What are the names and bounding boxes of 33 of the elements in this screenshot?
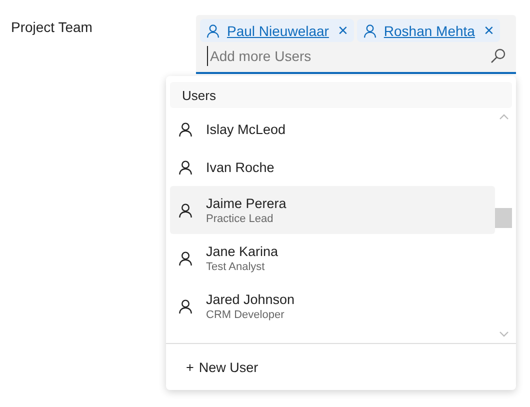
user-name: Islay McLeod bbox=[206, 122, 286, 136]
user-lookup-field[interactable]: Paul Nieuwelaar × Roshan Mehta × Add more Users bbox=[196, 15, 516, 74]
scrollbar-thumb[interactable] bbox=[495, 208, 512, 228]
user-option[interactable]: Jane Karina Test Analyst bbox=[170, 234, 495, 282]
user-option[interactable]: Jaime Perera Practice Lead bbox=[170, 186, 495, 234]
user-link[interactable]: Roshan Mehta bbox=[384, 22, 475, 38]
person-icon bbox=[362, 24, 377, 38]
user-role: Test Analyst bbox=[206, 260, 266, 272]
user-option[interactable]: Islay McLeod bbox=[170, 110, 495, 148]
person-icon bbox=[178, 160, 193, 174]
scroll-up-icon[interactable] bbox=[498, 114, 508, 120]
user-option[interactable]: Jared Johnson CRM Developer bbox=[170, 282, 495, 330]
remove-button[interactable]: × bbox=[482, 22, 496, 39]
user-name: Jaime Perera bbox=[206, 196, 286, 210]
scroll-down-icon[interactable] bbox=[498, 331, 508, 337]
search-icon[interactable] bbox=[490, 48, 506, 64]
person-icon bbox=[178, 250, 193, 266]
person-icon bbox=[178, 122, 193, 136]
user-link[interactable]: Paul Nieuwelaar bbox=[227, 22, 329, 38]
user-name: Jane Karina bbox=[206, 244, 278, 258]
search-input[interactable]: Add more Users bbox=[207, 46, 490, 66]
user-role: CRM Developer bbox=[206, 308, 286, 320]
user-role: Practice Lead bbox=[206, 212, 274, 224]
remove-button[interactable]: × bbox=[336, 22, 350, 39]
person-icon bbox=[206, 24, 220, 38]
user-name: Ivan Roche bbox=[206, 160, 274, 174]
user-name: Jared Johnson bbox=[206, 292, 295, 306]
new-user-button[interactable]: + New User bbox=[184, 356, 260, 378]
field-label: Project Team bbox=[11, 19, 94, 37]
user-option[interactable]: Ivan Roche bbox=[170, 148, 495, 186]
person-icon bbox=[178, 298, 193, 314]
dropdown-header: Users bbox=[170, 82, 512, 108]
person-icon bbox=[178, 202, 193, 218]
